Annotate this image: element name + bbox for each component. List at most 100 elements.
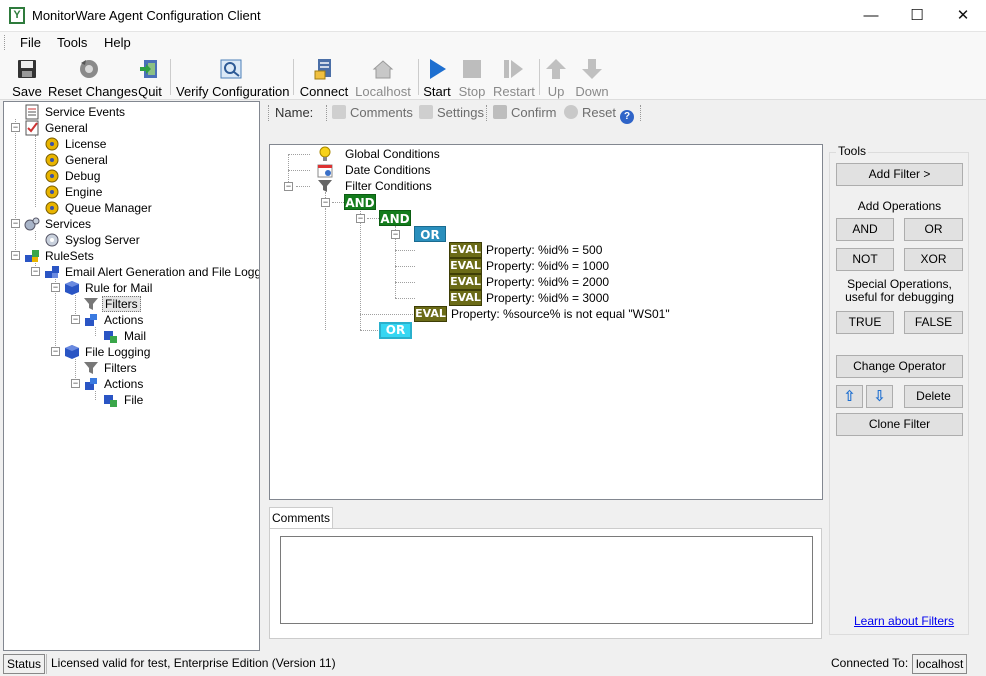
eval-condition-badge[interactable]: EVAL — [449, 258, 482, 274]
tree-item-mail[interactable]: Mail — [103, 328, 148, 344]
reset-changes-button[interactable]: Reset Changes — [48, 55, 138, 99]
collapse-toggle[interactable]: − — [356, 214, 365, 223]
tree-item-service-events[interactable]: Service Events — [8, 104, 127, 120]
floppy-disk-icon — [18, 60, 36, 78]
collapse-toggle[interactable]: − — [71, 315, 80, 324]
tree-item-general[interactable]: General — [8, 120, 90, 136]
tree-item-label: File Logging — [85, 345, 151, 359]
move-down-button[interactable]: ⇩ — [866, 385, 893, 408]
not-button[interactable]: NOT — [836, 248, 894, 271]
false-button[interactable]: FALSE — [904, 311, 963, 334]
tree-item-filters-selected[interactable]: Filters — [83, 296, 141, 312]
eval-condition-badge[interactable]: EVAL — [414, 306, 447, 322]
and-operator-node[interactable]: AND — [344, 194, 376, 210]
tree-item-email-alert-ruleset[interactable]: Email Alert Generation and File Logging — [44, 264, 259, 280]
eval-condition-text[interactable]: Property: %id% = 2000 — [486, 274, 609, 290]
eval-condition-text[interactable]: Property: %id% = 1000 — [486, 258, 609, 274]
collapse-toggle[interactable]: − — [11, 251, 20, 260]
true-button[interactable]: TRUE — [836, 311, 894, 334]
name-label: Name: — [275, 105, 314, 120]
maximize-button[interactable]: ☐ — [894, 0, 940, 31]
tree-line — [288, 170, 310, 171]
filter-conditions-tree[interactable]: Global Conditions Date Conditions − Filt… — [269, 144, 823, 500]
tree-item-debug[interactable]: Debug — [44, 168, 102, 184]
tree-item-file[interactable]: File — [103, 392, 145, 408]
eval-condition-badge[interactable]: EVAL — [449, 290, 482, 306]
stop-button[interactable]: Stop — [457, 55, 487, 99]
reset-toolbar-button[interactable]: Reset — [564, 105, 616, 120]
menu-help[interactable]: Help — [104, 35, 131, 50]
filter-funnel-icon — [318, 180, 332, 192]
menu-tools[interactable]: Tools — [57, 35, 87, 50]
close-button[interactable]: ✕ — [940, 0, 986, 31]
collapse-toggle[interactable]: − — [284, 182, 293, 191]
tree-item-syslog-server[interactable]: Syslog Server — [44, 232, 142, 248]
tree-item-engine[interactable]: Engine — [44, 184, 104, 200]
clone-filter-button[interactable]: Clone Filter — [836, 413, 963, 436]
down-button[interactable]: Down — [575, 55, 609, 99]
change-operator-button[interactable]: Change Operator — [836, 355, 963, 378]
xor-button[interactable]: XOR — [904, 248, 963, 271]
collapse-toggle[interactable]: − — [391, 230, 400, 239]
filter-conditions-node[interactable]: Filter Conditions — [345, 179, 432, 194]
tree-item-actions[interactable]: Actions — [83, 312, 145, 328]
settings-toolbar-button[interactable]: Settings — [419, 105, 484, 120]
minimize-button[interactable]: — — [848, 0, 894, 31]
comments-textarea[interactable] — [280, 536, 813, 624]
collapse-toggle[interactable]: − — [11, 219, 20, 228]
start-button[interactable]: Start — [422, 55, 452, 99]
collapse-toggle[interactable]: − — [51, 283, 60, 292]
help-button[interactable]: ? — [620, 105, 638, 124]
comments-panel — [269, 528, 822, 639]
tree-item-rule-for-mail[interactable]: Rule for Mail — [64, 280, 154, 296]
or-operator-node[interactable]: OR — [414, 226, 446, 242]
confirm-toolbar-button[interactable]: Confirm — [493, 105, 557, 120]
date-conditions-node[interactable]: Date Conditions — [345, 163, 430, 178]
tree-item-license[interactable]: License — [44, 136, 108, 152]
tree-item-services[interactable]: Services — [24, 216, 93, 232]
arrow-up-icon: ⇧ — [843, 388, 856, 405]
up-button[interactable]: Up — [543, 55, 569, 99]
tree-item-rulesets[interactable]: RuleSets — [24, 248, 96, 264]
tree-item-file-logging[interactable]: File Logging — [64, 344, 152, 360]
global-conditions-node[interactable]: Global Conditions — [345, 147, 440, 162]
tree-line — [288, 154, 310, 155]
comments-toolbar-button[interactable]: Comments — [332, 105, 413, 120]
tree-item-filters[interactable]: Filters — [83, 360, 139, 376]
tree-item-general-settings[interactable]: General — [44, 152, 110, 168]
learn-about-filters-link[interactable]: Learn about Filters — [854, 614, 954, 628]
collapse-toggle[interactable]: − — [51, 347, 60, 356]
eval-condition-badge[interactable]: EVAL — [449, 274, 482, 290]
or-button[interactable]: OR — [904, 218, 963, 241]
eval-condition-text[interactable]: Property: %id% = 500 — [486, 242, 602, 258]
restart-button[interactable]: Restart — [493, 55, 535, 99]
tab-comments[interactable]: Comments — [269, 507, 333, 529]
tree-line — [332, 202, 344, 203]
or-operator-node-selected[interactable]: OR — [379, 322, 412, 339]
tree-item-actions[interactable]: Actions — [83, 376, 145, 392]
quit-button[interactable]: Quit — [135, 55, 165, 99]
move-up-button[interactable]: ⇧ — [836, 385, 863, 408]
toolbar-separator — [293, 59, 294, 95]
and-operator-node[interactable]: AND — [379, 210, 411, 226]
collapse-toggle[interactable]: − — [31, 267, 40, 276]
eval-condition-text[interactable]: Property: %source% is not equal "WS01" — [451, 306, 670, 322]
connect-button[interactable]: Connect — [299, 55, 349, 99]
verify-configuration-button[interactable]: Verify Configuration — [176, 55, 289, 99]
restart-icon — [504, 60, 523, 78]
toolbar-separator — [486, 105, 487, 121]
connect-server-icon — [314, 59, 331, 80]
eval-condition-badge[interactable]: EVAL — [449, 242, 482, 258]
menu-file[interactable]: File — [20, 35, 41, 50]
tree-item-queue-manager[interactable]: Queue Manager — [44, 200, 154, 216]
collapse-toggle[interactable]: − — [321, 198, 330, 207]
add-filter-button[interactable]: Add Filter > — [836, 163, 963, 186]
eval-condition-text[interactable]: Property: %id% = 3000 — [486, 290, 609, 306]
delete-button[interactable]: Delete — [904, 385, 963, 408]
quit-label: Quit — [138, 84, 162, 99]
localhost-button[interactable]: Localhost — [354, 55, 412, 99]
collapse-toggle[interactable]: − — [71, 379, 80, 388]
and-button[interactable]: AND — [836, 218, 894, 241]
configuration-tree[interactable]: Service Events − General License General… — [3, 101, 260, 651]
save-button[interactable]: Save — [10, 55, 44, 99]
